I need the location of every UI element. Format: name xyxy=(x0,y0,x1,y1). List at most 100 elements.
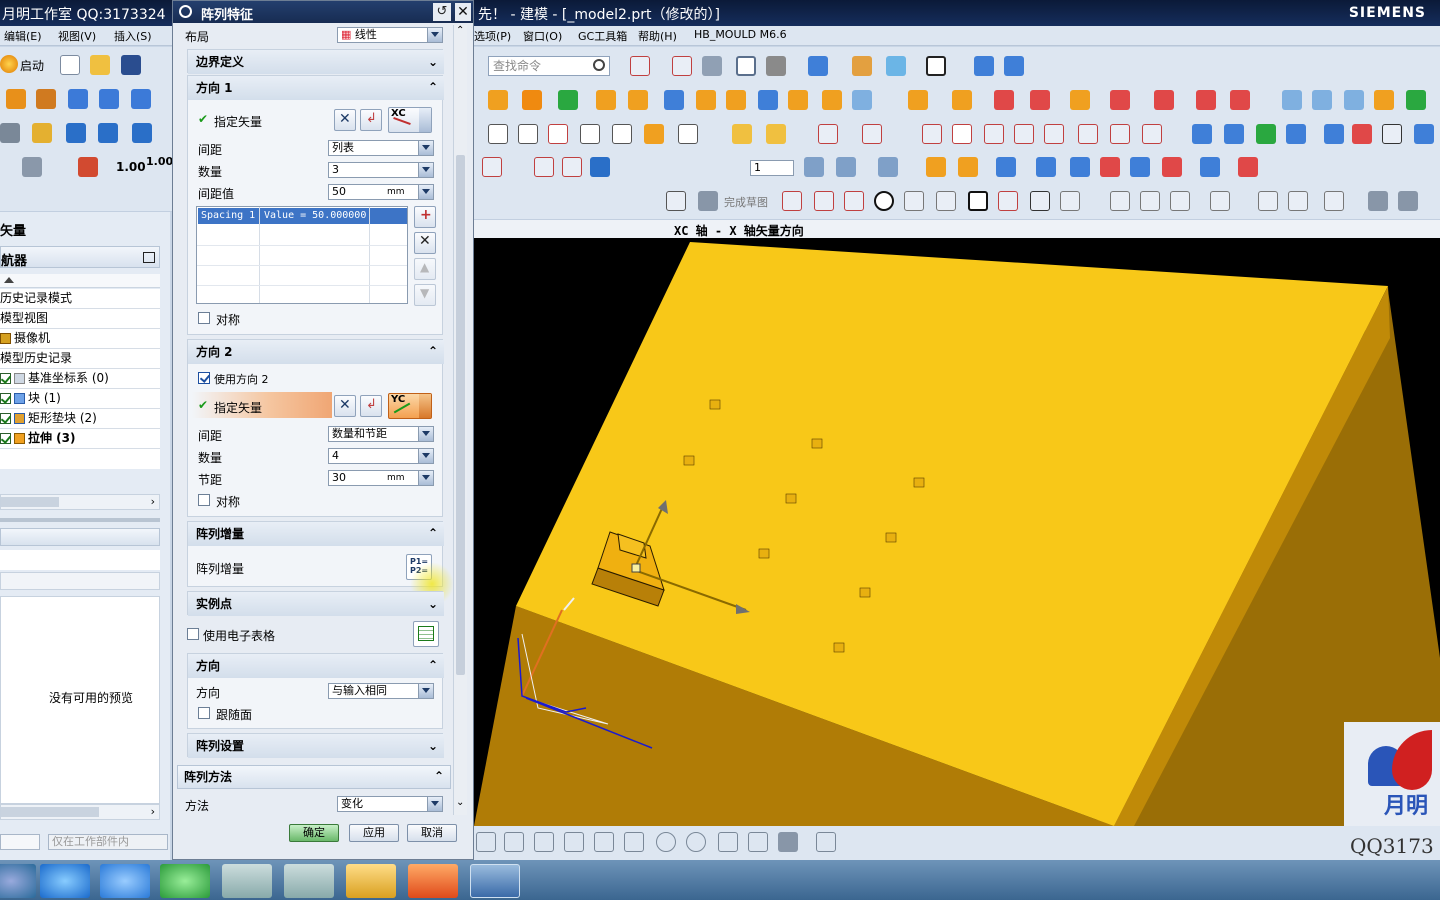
fit-view-icon[interactable] xyxy=(630,56,650,76)
feature-icon-3[interactable] xyxy=(68,89,88,109)
curve-icon-1[interactable] xyxy=(1044,124,1064,144)
increment-header[interactable]: 阵列增量 ⌃ xyxy=(188,522,444,546)
sk-project-icon[interactable] xyxy=(1368,191,1388,211)
command-search-input[interactable]: 查找命令 xyxy=(488,56,610,76)
cancel-button[interactable]: 取消 xyxy=(407,824,457,842)
add-row-button[interactable]: + xyxy=(414,206,436,228)
snap-point-icon[interactable] xyxy=(718,832,738,852)
browser-icon[interactable] xyxy=(160,864,210,898)
render-style-icon[interactable] xyxy=(766,56,786,76)
move-layer-icon[interactable] xyxy=(878,157,898,177)
direction-1-header[interactable]: 方向 1 ⌃ xyxy=(188,76,444,100)
scroll-down-icon[interactable]: ⌄ xyxy=(456,797,464,808)
line-icon[interactable] xyxy=(818,124,838,144)
menu-options[interactable]: 选项(P) xyxy=(474,28,511,44)
snap-center-icon[interactable] xyxy=(656,832,676,852)
analysis-icon-8[interactable] xyxy=(1414,124,1434,144)
sk-offset-icon[interactable] xyxy=(1060,191,1080,211)
list-item[interactable]: 模型历史记录 xyxy=(0,349,160,369)
chevron-down-icon[interactable] xyxy=(418,449,433,463)
splitter[interactable] xyxy=(0,518,160,522)
measure-icon[interactable] xyxy=(644,124,664,144)
vector-type-dropdown-2[interactable]: YC xyxy=(388,393,432,419)
chevron-down-icon[interactable] xyxy=(427,797,442,811)
collapse-icon[interactable]: ⌃ xyxy=(428,75,438,99)
list-item[interactable]: 块 (1) xyxy=(0,389,160,409)
zoom-icon[interactable] xyxy=(672,56,692,76)
analysis-icon-1[interactable] xyxy=(1192,124,1212,144)
vector-type-dropdown[interactable]: XC xyxy=(388,107,432,133)
subtract-icon[interactable] xyxy=(1110,90,1130,110)
pattern-icon[interactable] xyxy=(522,90,542,110)
select-filter-icon-3[interactable] xyxy=(1070,157,1090,177)
triangle-icon[interactable] xyxy=(488,124,508,144)
new-file-icon[interactable] xyxy=(60,55,80,75)
sketch-line-icon[interactable] xyxy=(482,157,502,177)
finish-sketch-icon[interactable] xyxy=(698,191,718,211)
record-icon[interactable] xyxy=(284,864,334,898)
revolve-icon[interactable] xyxy=(758,90,778,110)
shapes-icon[interactable] xyxy=(580,124,600,144)
display-icon[interactable] xyxy=(926,56,946,76)
arc-icon[interactable] xyxy=(862,124,882,144)
count-input[interactable]: 3 xyxy=(328,162,434,178)
sk-poly-icon[interactable] xyxy=(998,191,1018,211)
blend-icon[interactable] xyxy=(908,90,928,110)
vector-reverse-button[interactable]: ✕ xyxy=(334,109,356,131)
list-item[interactable]: 矩形垫块 (2) xyxy=(0,409,160,429)
collapse-icon[interactable]: ⌃ xyxy=(428,653,438,677)
move-up-button[interactable]: ▲ xyxy=(414,258,436,280)
vector-dialog-button[interactable]: ↲ xyxy=(360,109,382,131)
snap-point-icon[interactable] xyxy=(1200,157,1220,177)
analysis-icon-6[interactable] xyxy=(1352,124,1372,144)
chevron-down-icon[interactable] xyxy=(418,163,433,177)
box-icon[interactable] xyxy=(596,90,616,110)
profile-icon[interactable] xyxy=(782,191,802,211)
sketch-trim-icon[interactable] xyxy=(534,157,554,177)
select-filter-icon-6[interactable] xyxy=(1162,157,1182,177)
network-icon[interactable] xyxy=(100,864,150,898)
view-cube-icon[interactable] xyxy=(808,56,828,76)
circle-icon[interactable] xyxy=(922,124,942,144)
sphere-icon[interactable] xyxy=(696,90,716,110)
start-orb-icon[interactable] xyxy=(0,864,36,898)
measure-distance-icon[interactable] xyxy=(1238,157,1258,177)
scroll-right-icon[interactable]: › xyxy=(151,805,155,818)
sk-fillet-icon[interactable] xyxy=(904,191,924,211)
snap-grid-icon[interactable] xyxy=(816,832,836,852)
nx-app-icon[interactable] xyxy=(470,864,520,898)
collapse-icon[interactable]: ⌃ xyxy=(428,521,438,545)
layout-select[interactable]: ▦ 线性 xyxy=(337,27,443,43)
sketch-icon[interactable] xyxy=(666,191,686,211)
apply-button[interactable]: 应用 xyxy=(349,824,399,842)
chevron-down-icon[interactable] xyxy=(418,427,433,441)
maximize-icon[interactable] xyxy=(143,252,155,263)
cone-icon[interactable] xyxy=(664,90,684,110)
orientation-header[interactable]: 方向 ⌃ xyxy=(188,654,444,678)
explorer-icon[interactable] xyxy=(346,864,396,898)
count-input-2[interactable]: 4 xyxy=(328,448,434,464)
expand-icon[interactable]: ⌄ xyxy=(428,50,438,74)
ie-icon[interactable] xyxy=(40,864,90,898)
settings-header[interactable]: 阵列设置 ⌄ xyxy=(188,734,444,758)
layer-icon[interactable] xyxy=(886,56,906,76)
polyline-icon[interactable] xyxy=(984,124,1004,144)
document-icon[interactable] xyxy=(612,124,632,144)
surface-icon-1[interactable] xyxy=(1282,90,1302,110)
select-filter-icon-2[interactable] xyxy=(1036,157,1056,177)
instance-header[interactable]: 实例点 ⌄ xyxy=(188,592,444,616)
scope-filter-select[interactable]: 仅在工作部件内 xyxy=(48,834,168,850)
details-header[interactable] xyxy=(0,572,160,590)
chevron-down-icon[interactable] xyxy=(418,684,433,698)
visibility-checkbox[interactable] xyxy=(0,413,11,424)
visibility-checkbox[interactable] xyxy=(0,373,11,384)
chevron-down-icon[interactable] xyxy=(427,28,442,42)
tool-icon-4[interactable] xyxy=(98,123,118,143)
snap-icon[interactable] xyxy=(78,157,98,177)
symmetric-checkbox-1[interactable] xyxy=(198,312,210,324)
sk-pattern-icon[interactable] xyxy=(1324,191,1344,211)
snap-intersect-icon[interactable] xyxy=(624,832,644,852)
analysis-icon-3[interactable] xyxy=(1256,124,1276,144)
preview-scrollbar[interactable]: › xyxy=(0,804,160,820)
spreadsheet-button[interactable] xyxy=(413,621,439,647)
